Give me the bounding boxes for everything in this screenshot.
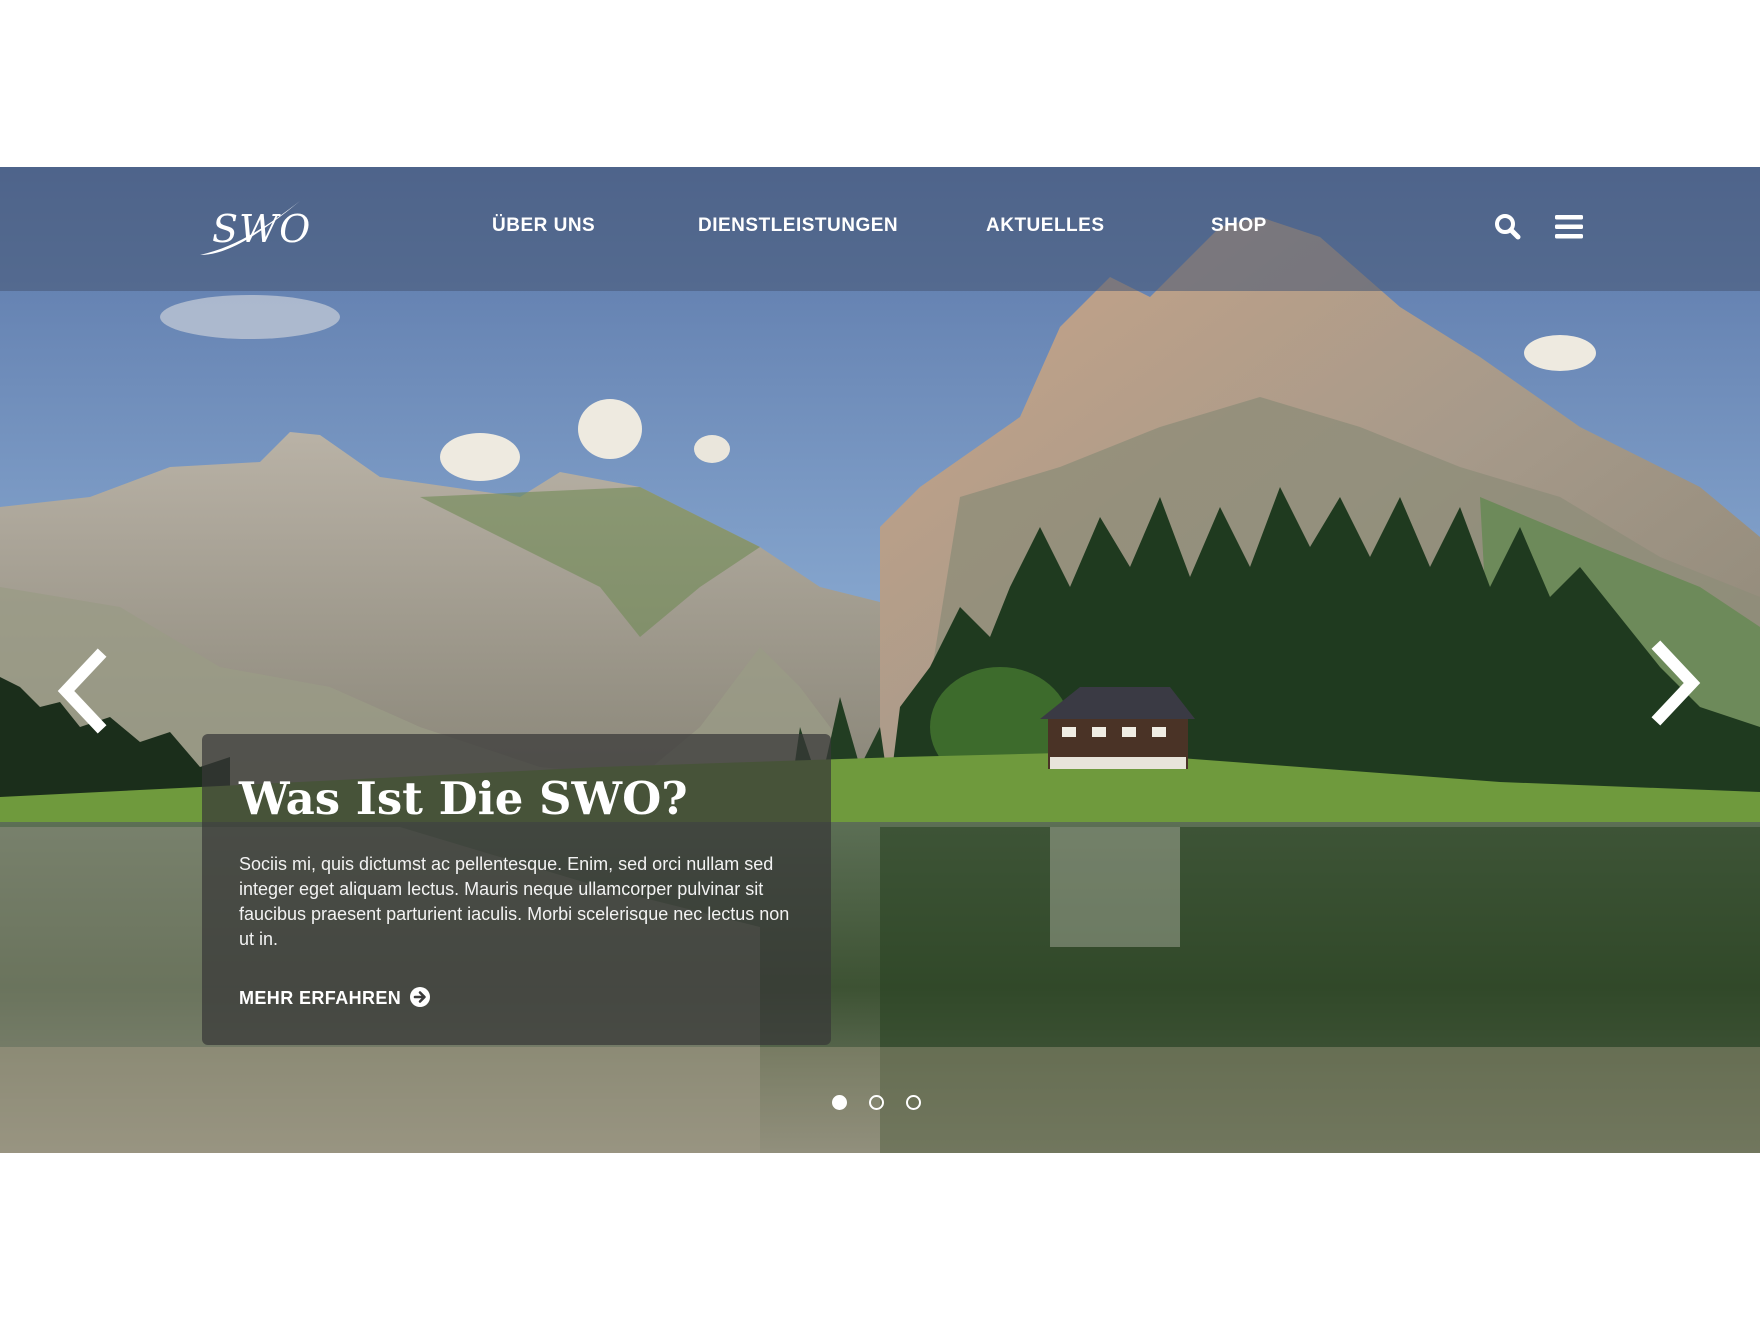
nav-item-dienstleistungen[interactable]: DIENSTLEISTUNGEN [698,215,898,237]
nav-item-ueber-uns[interactable]: ÜBER UNS [492,215,595,237]
swo-logo[interactable]: SWO [196,197,310,263]
chevron-right-icon[interactable] [1648,639,1708,729]
nav-item-aktuelles[interactable]: AKTUELLES [986,215,1105,237]
logo-text: SWO [212,207,312,251]
nav-item-shop[interactable]: SHOP [1211,215,1267,237]
slider-dot-3[interactable] [906,1095,921,1110]
slider-dot-1[interactable] [832,1095,847,1110]
chevron-left-icon[interactable] [54,647,114,737]
hamburger-menu-icon[interactable] [1553,211,1587,243]
mehr-erfahren-link[interactable]: MEHR ERFAHREN [239,986,431,1009]
hero-slider: SWO ÜBER UNS DIENSTLEISTUNGEN AKTUELLES … [0,167,1760,1153]
card-title: Was Ist Die SWO? [239,772,688,825]
intro-card: Was Ist Die SWO? Sociis mi, quis dictums… [202,734,831,1045]
card-body-text: Sociis mi, quis dictumst ac pellentesque… [239,854,790,949]
mehr-erfahren-label: MEHR ERFAHREN [239,988,402,1008]
slider-dot-2[interactable] [869,1095,884,1110]
search-icon[interactable] [1492,211,1526,243]
top-navigation-bar: SWO ÜBER UNS DIENSTLEISTUNGEN AKTUELLES … [0,167,1760,291]
arrow-circle-right-icon [410,987,431,1007]
